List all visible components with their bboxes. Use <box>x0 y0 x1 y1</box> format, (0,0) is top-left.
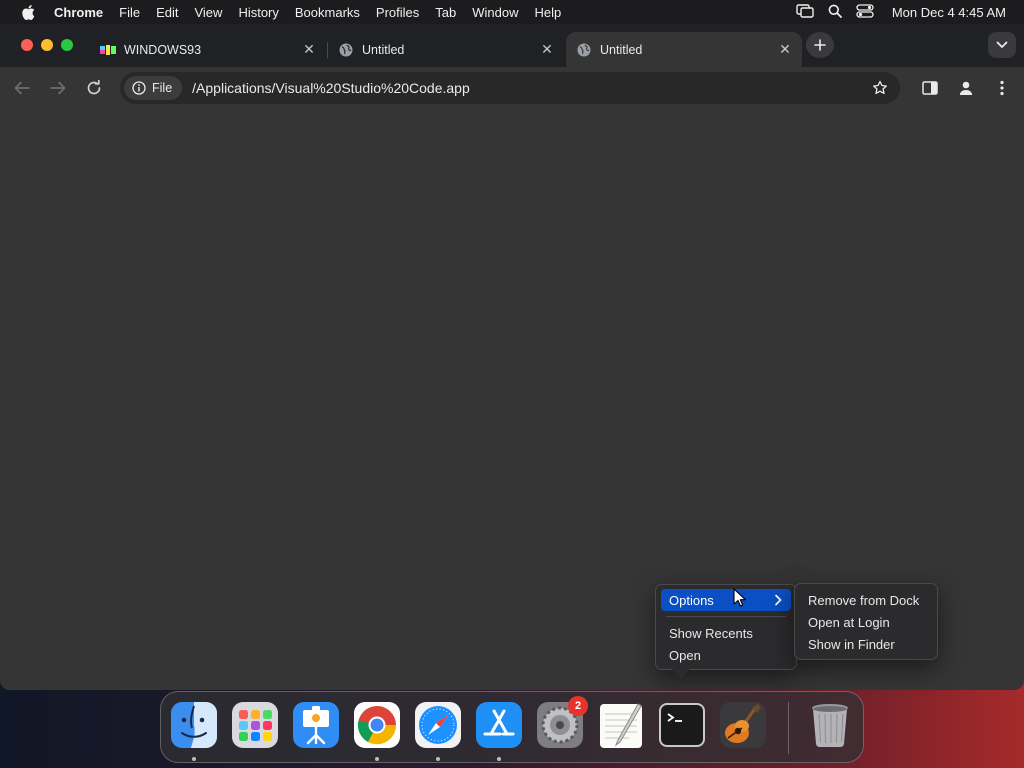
terminal-icon[interactable] <box>657 700 707 750</box>
close-tab-icon[interactable]: ✕ <box>538 41 556 59</box>
running-indicator <box>192 757 196 761</box>
textedit-icon[interactable] <box>596 700 646 750</box>
dock-separator <box>788 702 789 754</box>
close-tab-icon[interactable]: ✕ <box>776 41 794 59</box>
menu-item-show-in-finder[interactable]: Show in Finder <box>800 633 932 655</box>
running-indicator <box>497 757 501 761</box>
menubar-clock[interactable]: Mon Dec 4 4:45 AM <box>892 5 1006 20</box>
finder-icon[interactable] <box>169 700 219 750</box>
back-button[interactable] <box>10 76 34 100</box>
reload-button[interactable] <box>82 76 106 100</box>
menu-item-label: Options <box>669 592 714 608</box>
browser-toolbar: File /Applications/Visual%20Studio%20Cod… <box>0 67 1024 109</box>
site-info-chip[interactable]: File <box>124 76 183 100</box>
menu-history[interactable]: History <box>230 5 286 20</box>
tab-search-button[interactable] <box>988 32 1016 58</box>
menu-tab[interactable]: Tab <box>427 5 464 20</box>
globe-icon <box>338 42 354 58</box>
dock: 2 <box>160 691 864 763</box>
menu-view[interactable]: View <box>186 5 230 20</box>
launchpad-icon[interactable] <box>230 700 280 750</box>
running-indicator <box>436 757 440 761</box>
safari-icon[interactable] <box>413 700 463 750</box>
running-indicator <box>375 757 379 761</box>
tab-title: Untitled <box>600 42 643 57</box>
menu-edit[interactable]: Edit <box>148 5 186 20</box>
chevron-right-icon <box>775 594 782 606</box>
settings-badge: 2 <box>568 696 588 716</box>
menu-item-open[interactable]: Open <box>661 644 791 666</box>
close-tab-icon[interactable]: ✕ <box>300 41 318 59</box>
menu-profiles[interactable]: Profiles <box>368 5 427 20</box>
address-bar[interactable]: File /Applications/Visual%20Studio%20Cod… <box>120 72 900 104</box>
menu-window[interactable]: Window <box>464 5 526 20</box>
menu-bookmarks[interactable]: Bookmarks <box>287 5 368 20</box>
screen-mirroring-icon[interactable] <box>796 3 814 21</box>
menu-item-open-at-login[interactable]: Open at Login <box>800 611 932 633</box>
tab-untitled-1[interactable]: Untitled ✕ <box>328 32 564 67</box>
tab-untitled-active[interactable]: Untitled ✕ <box>566 32 802 67</box>
menu-item-options[interactable]: Options <box>661 589 791 611</box>
mouse-cursor-icon <box>733 588 747 608</box>
dock-context-menu: Options Show Recents Open <box>655 584 797 670</box>
profile-icon[interactable] <box>954 76 978 100</box>
side-panel-icon[interactable] <box>918 76 942 100</box>
menu-file[interactable]: File <box>111 5 148 20</box>
trash-icon[interactable] <box>805 700 855 750</box>
options-submenu: Remove from Dock Open at Login Show in F… <box>794 583 938 660</box>
spotlight-search-icon[interactable] <box>828 4 842 21</box>
forward-button[interactable] <box>46 76 70 100</box>
url-text[interactable]: /Applications/Visual%20Studio%20Code.app <box>192 80 470 96</box>
tab-title: WINDOWS93 <box>124 42 202 57</box>
menu-item-label: Open <box>669 647 701 663</box>
menu-pointer-tail <box>672 669 690 679</box>
menu-item-label: Open at Login <box>808 614 890 630</box>
minimize-window-button[interactable] <box>41 39 53 51</box>
bookmark-star-icon[interactable] <box>870 78 890 98</box>
keynote-icon[interactable] <box>291 700 341 750</box>
maximize-window-button[interactable] <box>61 39 73 51</box>
site-info-label: File <box>152 81 173 95</box>
new-tab-button[interactable] <box>806 32 834 58</box>
tab-windows93[interactable]: WINDOWS93 ✕ <box>90 32 326 67</box>
menu-item-show-recents[interactable]: Show Recents <box>661 622 791 644</box>
garageband-icon[interactable] <box>718 700 768 750</box>
menu-item-label: Show in Finder <box>808 636 895 652</box>
close-window-button[interactable] <box>21 39 33 51</box>
control-center-icon[interactable] <box>856 3 874 21</box>
menu-separator <box>666 616 786 617</box>
menu-help[interactable]: Help <box>527 5 570 20</box>
app-store-icon[interactable] <box>474 700 524 750</box>
windows93-icon <box>100 42 116 58</box>
menu-bar: Chrome File Edit View History Bookmarks … <box>0 0 1024 24</box>
menu-item-remove-from-dock[interactable]: Remove from Dock <box>800 589 932 611</box>
menu-app-chrome[interactable]: Chrome <box>52 5 111 20</box>
more-menu-icon[interactable] <box>990 76 1014 100</box>
menu-item-label: Show Recents <box>669 625 753 641</box>
info-icon <box>132 81 146 95</box>
tab-strip: WINDOWS93 ✕ Untitled ✕ Untitled ✕ <box>0 24 1024 67</box>
globe-icon <box>576 42 592 58</box>
menu-item-label: Remove from Dock <box>808 592 920 608</box>
tab-title: Untitled <box>362 42 405 57</box>
apple-menu-icon[interactable] <box>18 3 38 21</box>
chrome-icon[interactable] <box>352 700 402 750</box>
